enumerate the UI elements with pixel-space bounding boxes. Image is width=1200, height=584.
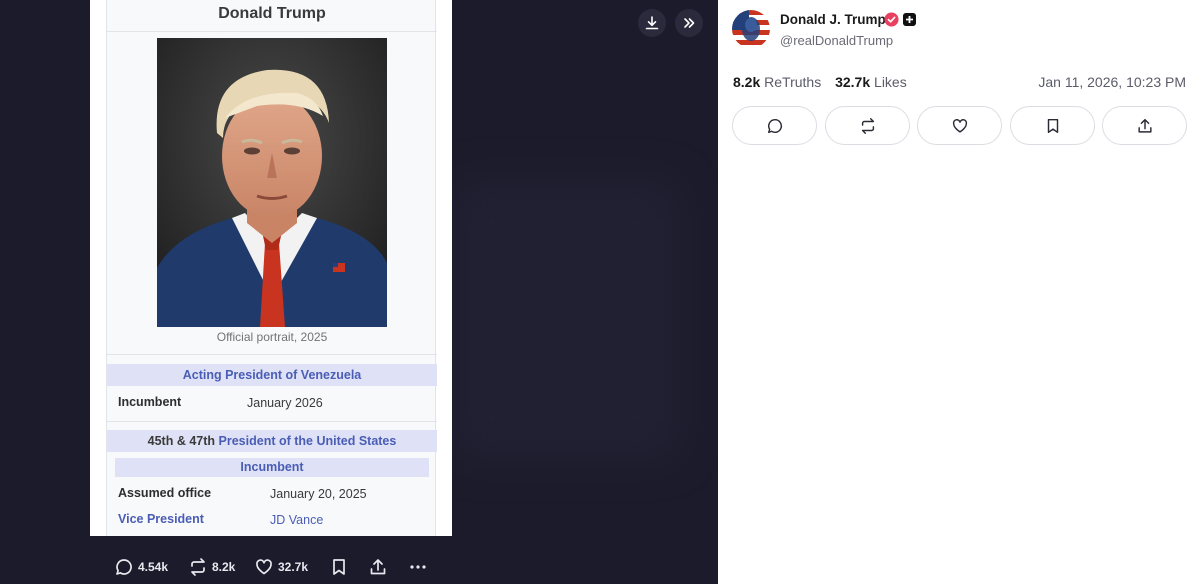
row-value: January 20, 2025 <box>270 487 367 501</box>
portrait-photo <box>157 38 387 327</box>
post-detail-panel: Donald J. Trump @realDonaldTrump 8.2k Re… <box>718 0 1200 584</box>
wiki-infobox: Donald Trump Official portrait, 2025 Act… <box>106 0 437 536</box>
row-key-link[interactable]: Vice President <box>118 512 204 526</box>
heart-icon <box>952 118 967 133</box>
row-value-link[interactable]: JD Vance <box>270 513 323 527</box>
subheader-incumbent: Incumbent <box>115 458 429 477</box>
share-icon <box>1137 118 1152 133</box>
likes-count[interactable]: 32.7k <box>835 74 870 90</box>
section-header-venezuela: Acting President of Venezuela <box>107 364 437 386</box>
double-chevron-right-icon <box>684 18 695 28</box>
verified-badge-icon <box>884 12 899 27</box>
engagement-stats: 8.2k ReTruths 32.7k Likes <box>733 74 907 90</box>
share-action-button[interactable] <box>1102 106 1187 145</box>
likes-label[interactable]: Likes <box>874 74 907 90</box>
expand-button[interactable] <box>675 9 703 37</box>
more-dots-icon <box>410 565 426 569</box>
bookmark-action-button[interactable] <box>1010 106 1095 145</box>
viewer-background <box>450 180 680 460</box>
row-key: Assumed office <box>118 486 212 500</box>
download-button[interactable] <box>638 9 666 37</box>
like-button[interactable]: 32.7k <box>254 556 308 578</box>
reply-icon <box>767 118 782 133</box>
retruth-icon <box>861 117 874 134</box>
avatar[interactable] <box>732 10 770 48</box>
plus-badge-icon <box>903 13 916 26</box>
like-action-button[interactable] <box>917 106 1002 145</box>
section-link[interactable]: Acting President of Venezuela <box>183 368 362 382</box>
share-icon <box>370 559 386 575</box>
retruth-button[interactable]: 8.2k <box>188 556 235 578</box>
reply-action-button[interactable] <box>732 106 817 145</box>
section-prefix: 45th & 47th <box>147 434 216 448</box>
media-viewer: Donald Trump Official portrait, 2025 Act… <box>0 0 718 584</box>
retruths-count[interactable]: 8.2k <box>733 74 760 90</box>
row-key: Incumbent <box>118 395 182 409</box>
reply-icon <box>116 559 132 575</box>
author-name[interactable]: Donald J. Trump <box>780 12 886 27</box>
reply-button[interactable]: 4.54k <box>114 556 168 578</box>
retruth-action-button[interactable] <box>825 106 910 145</box>
retruth-count: 8.2k <box>212 560 236 574</box>
divider <box>107 421 437 422</box>
post-timestamp: Jan 11, 2026, 10:23 PM <box>1038 74 1186 90</box>
bookmark-icon <box>333 559 345 575</box>
bookmark-button[interactable] <box>329 556 349 578</box>
more-button[interactable] <box>408 556 428 578</box>
download-icon <box>645 16 659 30</box>
heart-icon <box>256 559 272 575</box>
divider <box>107 354 437 355</box>
author-handle[interactable]: @realDonaldTrump <box>780 33 893 48</box>
retruth-icon <box>191 558 205 576</box>
section-link[interactable]: President of the United States <box>219 434 397 448</box>
like-count: 32.7k <box>278 560 309 574</box>
bookmark-icon <box>1047 118 1058 133</box>
retruths-label[interactable]: ReTruths <box>764 74 821 90</box>
reply-count: 4.54k <box>138 560 169 574</box>
section-header-us-president: 45th & 47th President of the United Stat… <box>107 430 437 452</box>
portrait-caption: Official portrait, 2025 <box>216 330 328 344</box>
share-button[interactable] <box>368 556 388 578</box>
infobox-title: Donald Trump <box>107 0 437 32</box>
row-value: January 2026 <box>247 396 323 410</box>
subheader-link[interactable]: Incumbent <box>240 460 303 474</box>
post-image[interactable]: Donald Trump Official portrait, 2025 Act… <box>90 0 452 536</box>
